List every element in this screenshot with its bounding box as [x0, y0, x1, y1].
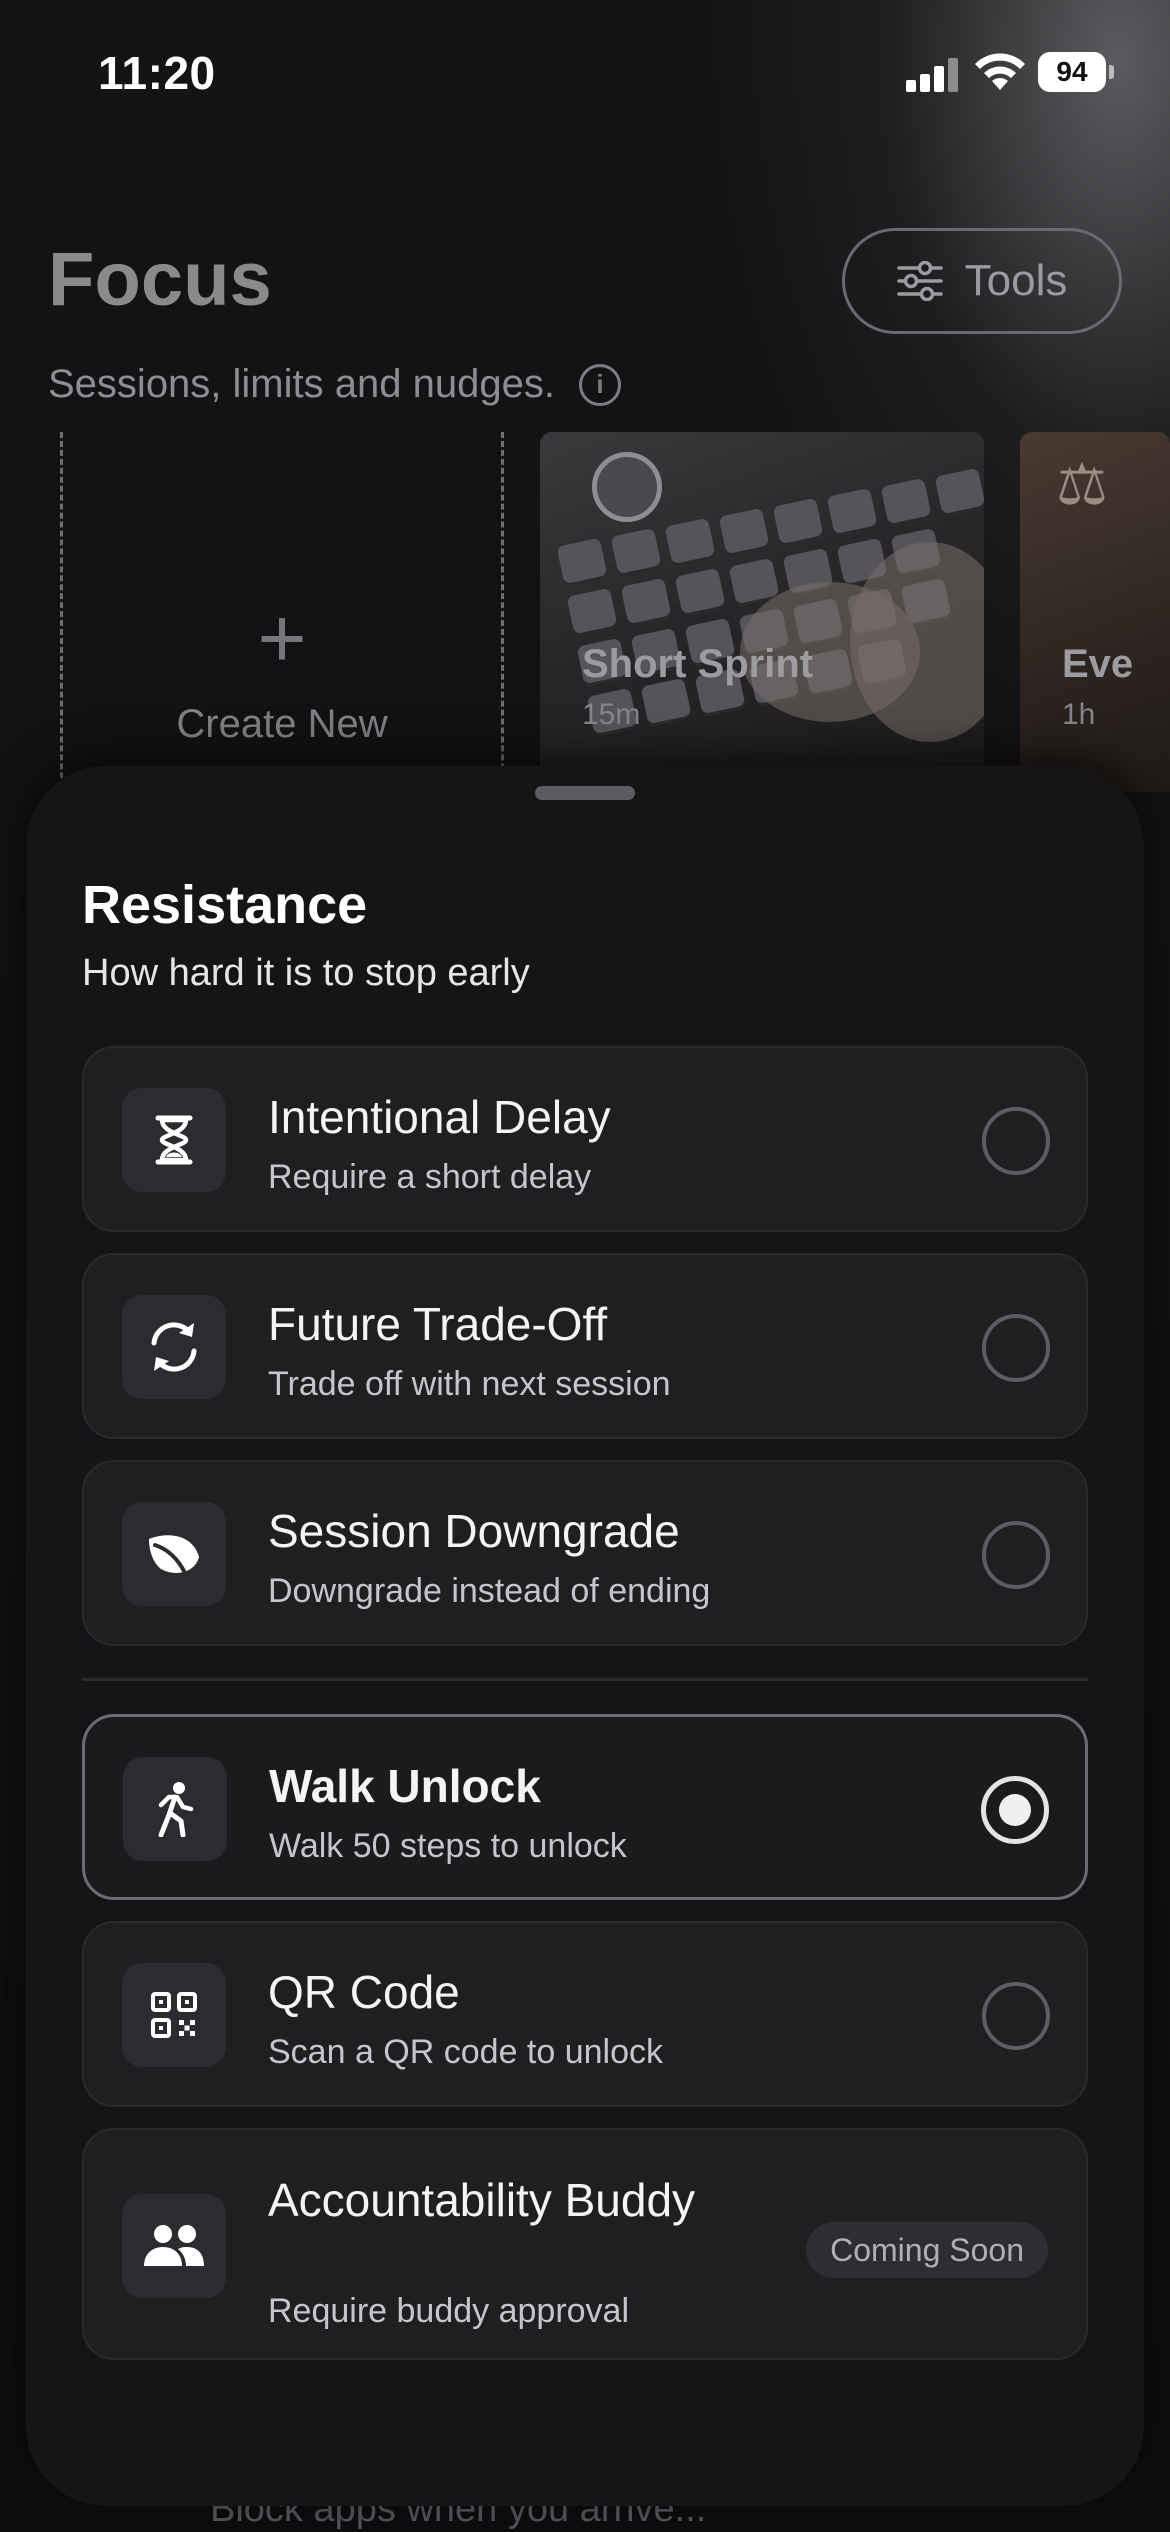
resistance-sheet: Resistance How hard it is to stop early … [26, 766, 1144, 2506]
page-subtitle: Sessions, limits and nudges. i [48, 362, 621, 407]
option-description: Downgrade instead of ending [268, 1572, 711, 1610]
scales-icon: ⚖ [1056, 452, 1108, 517]
create-new-card[interactable]: + Create New [60, 432, 504, 792]
option-title: Intentional Delay [268, 1091, 611, 1143]
template-duration: 1h [1062, 698, 1096, 731]
option-future-trade-off[interactable]: Future Trade-Off Trade off with next ses… [82, 1253, 1088, 1439]
sheet-grabber[interactable] [535, 786, 635, 800]
leaf-icon [122, 1502, 226, 1606]
template-title: Eve [1062, 642, 1134, 686]
qr-code-icon [122, 1963, 226, 2067]
status-bar: 11:20 94 [0, 0, 1170, 150]
radio-button[interactable] [982, 1982, 1050, 2050]
battery-level: 94 [1038, 52, 1106, 92]
option-title: Walk Unlock [269, 1760, 541, 1812]
walking-icon [123, 1757, 227, 1861]
template-card-evening[interactable]: ⚖ Eve 1h [1020, 432, 1170, 792]
sheet-title: Resistance [82, 875, 368, 935]
tools-button[interactable]: Tools [842, 228, 1122, 334]
option-title: QR Code [268, 1966, 460, 2018]
cellular-signal-icon [906, 56, 960, 92]
option-session-downgrade[interactable]: Session Downgrade Downgrade instead of e… [82, 1460, 1088, 1646]
plus-icon: + [257, 591, 307, 685]
hourglass-icon [122, 1088, 226, 1192]
radio-button[interactable] [982, 1314, 1050, 1382]
option-walk-unlock[interactable]: Walk Unlock Walk 50 steps to unlock [82, 1714, 1088, 1900]
info-icon[interactable]: i [578, 363, 621, 406]
status-time: 11:20 [98, 47, 216, 99]
stopwatch-icon [592, 452, 662, 522]
section-divider [82, 1678, 1088, 1681]
sync-icon [122, 1295, 226, 1399]
option-intentional-delay[interactable]: Intentional Delay Require a short delay [82, 1046, 1088, 1232]
option-description: Scan a QR code to unlock [268, 2033, 664, 2071]
option-description: Require a short delay [268, 1158, 592, 1196]
option-title: Session Downgrade [268, 1505, 680, 1557]
radio-button-selected[interactable] [981, 1776, 1049, 1844]
radio-button[interactable] [982, 1107, 1050, 1175]
subtitle-text: Sessions, limits and nudges. [48, 362, 555, 406]
option-description: Trade off with next session [268, 1365, 671, 1403]
option-title: Future Trade-Off [268, 1298, 608, 1350]
template-card-short-sprint[interactable]: Short Sprint 15m [540, 432, 984, 792]
option-description: Require buddy approval [268, 2292, 630, 2330]
template-duration: 15m [582, 698, 641, 731]
wifi-icon [975, 53, 1025, 90]
template-title: Short Sprint [582, 642, 814, 686]
battery-icon: 94 [1038, 52, 1114, 92]
option-title: Accountability Buddy [268, 2174, 696, 2226]
option-description: Walk 50 steps to unlock [269, 1827, 627, 1865]
option-accountability-buddy: Accountability Buddy Require buddy appro… [82, 2128, 1088, 2360]
coming-soon-badge: Coming Soon [806, 2222, 1048, 2278]
templates-carousel[interactable]: + Create New Short Sprint 15m ⚖ Eve 1h [0, 432, 1170, 792]
page-title: Focus [48, 237, 272, 322]
radio-button[interactable] [982, 1521, 1050, 1589]
tools-label: Tools [964, 256, 1068, 305]
sheet-subtitle: How hard it is to stop early [82, 952, 530, 994]
create-new-label: Create New [176, 702, 388, 746]
option-qr-code[interactable]: QR Code Scan a QR code to unlock [82, 1921, 1088, 2107]
people-icon [122, 2194, 226, 2298]
sliders-icon [896, 261, 943, 301]
